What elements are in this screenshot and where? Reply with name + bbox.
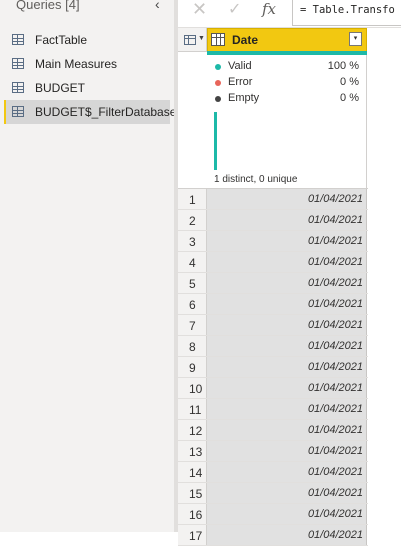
date-cell[interactable]: 01/04/2021 bbox=[207, 441, 367, 461]
table-row: 1 01/04/2021 bbox=[178, 189, 368, 210]
column-quality-panel: Valid 100 % Error 0 % Empty 0 % 1 distin… bbox=[207, 55, 367, 188]
formula-bar: ✕ ✓ fx = Table.Transfo bbox=[178, 0, 401, 28]
row-number[interactable]: 13 bbox=[178, 441, 207, 461]
date-cell[interactable]: 01/04/2021 bbox=[207, 336, 367, 356]
table-menu-button[interactable]: ▼ bbox=[178, 28, 207, 52]
column-name: Date bbox=[232, 33, 259, 47]
query-item-label: BUDGET$_FilterDatabase bbox=[35, 105, 177, 119]
table-row: 14 01/04/2021 bbox=[178, 462, 368, 483]
row-number[interactable]: 12 bbox=[178, 420, 207, 440]
table-row: 12 01/04/2021 bbox=[178, 420, 368, 441]
formula-input[interactable]: = Table.Transfo bbox=[292, 0, 401, 26]
quality-label: Valid bbox=[228, 60, 252, 72]
row-number[interactable]: 5 bbox=[178, 273, 207, 293]
data-rows: 1 01/04/2021 2 01/04/2021 3 01/04/2021 4 01/… bbox=[178, 189, 368, 546]
query-item-label: Main Measures bbox=[35, 57, 118, 71]
row-number[interactable]: 2 bbox=[178, 210, 207, 230]
table-row: 4 01/04/2021 bbox=[178, 252, 368, 273]
date-cell[interactable]: 01/04/2021 bbox=[207, 399, 367, 419]
table-row: 16 01/04/2021 bbox=[178, 504, 368, 525]
query-item-label: FactTable bbox=[35, 33, 88, 47]
quality-empty-row: Empty 0 % bbox=[215, 92, 359, 106]
row-number[interactable]: 8 bbox=[178, 336, 207, 356]
date-cell[interactable]: 01/04/2021 bbox=[207, 231, 367, 251]
row-number[interactable]: 17 bbox=[178, 525, 207, 545]
chevron-down-icon: ▼ bbox=[198, 35, 205, 42]
table-icon bbox=[12, 106, 24, 117]
empty-dot-icon bbox=[215, 96, 221, 102]
commit-icon[interactable]: ✓ bbox=[228, 0, 241, 19]
date-cell[interactable]: 01/04/2021 bbox=[207, 357, 367, 377]
quality-label: Empty bbox=[228, 92, 260, 104]
date-cell[interactable]: 01/04/2021 bbox=[207, 210, 367, 230]
table-row: 15 01/04/2021 bbox=[178, 483, 368, 504]
date-cell[interactable]: 01/04/2021 bbox=[207, 273, 367, 293]
table-row: 5 01/04/2021 bbox=[178, 273, 368, 294]
date-cell[interactable]: 01/04/2021 bbox=[207, 189, 367, 209]
date-cell[interactable]: 01/04/2021 bbox=[207, 504, 367, 524]
column-header-date[interactable]: Date ▾ bbox=[207, 28, 367, 52]
date-cell[interactable]: 01/04/2021 bbox=[207, 378, 367, 398]
table-row: 8 01/04/2021 bbox=[178, 336, 368, 357]
row-number[interactable]: 11 bbox=[178, 399, 207, 419]
quality-valid-row: Valid 100 % bbox=[215, 60, 359, 74]
row-number[interactable]: 16 bbox=[178, 504, 207, 524]
valid-dot-icon bbox=[215, 64, 221, 70]
table-icon bbox=[12, 34, 24, 45]
row-number[interactable]: 7 bbox=[178, 315, 207, 335]
error-dot-icon bbox=[215, 80, 221, 86]
calendar-icon[interactable] bbox=[211, 33, 225, 46]
query-item-facttable[interactable]: FactTable bbox=[4, 28, 170, 52]
table-row: 3 01/04/2021 bbox=[178, 231, 368, 252]
table-row: 7 01/04/2021 bbox=[178, 315, 368, 336]
quality-value: 100 % bbox=[327, 60, 359, 72]
table-icon bbox=[12, 58, 24, 69]
table-row: 13 01/04/2021 bbox=[178, 441, 368, 462]
row-number[interactable]: 3 bbox=[178, 231, 207, 251]
query-item-label: BUDGET bbox=[35, 81, 86, 95]
queries-header: Queries [4] bbox=[16, 0, 80, 12]
query-item-main-measures[interactable]: Main Measures bbox=[4, 52, 170, 76]
date-cell[interactable]: 01/04/2021 bbox=[207, 294, 367, 314]
row-number[interactable]: 6 bbox=[178, 294, 207, 314]
table-row: 17 01/04/2021 bbox=[178, 525, 368, 546]
date-cell[interactable]: 01/04/2021 bbox=[207, 462, 367, 482]
date-cell[interactable]: 01/04/2021 bbox=[207, 483, 367, 503]
row-number[interactable]: 9 bbox=[178, 357, 207, 377]
collapse-pane-icon[interactable]: ‹ bbox=[155, 0, 160, 12]
quality-label: Error bbox=[228, 76, 253, 88]
query-item-budget[interactable]: BUDGET bbox=[4, 76, 170, 100]
table-row: 10 01/04/2021 bbox=[178, 378, 368, 399]
column-filter-dropdown[interactable]: ▾ bbox=[349, 32, 362, 46]
row-number[interactable]: 15 bbox=[178, 483, 207, 503]
row-number[interactable]: 4 bbox=[178, 252, 207, 272]
quality-error-row: Error 0 % bbox=[215, 76, 359, 90]
distribution-bar[interactable] bbox=[214, 112, 217, 170]
table-row: 9 01/04/2021 bbox=[178, 357, 368, 378]
queries-pane: Queries [4] ‹ FactTable Main Measures BU… bbox=[0, 0, 176, 532]
table-icon bbox=[184, 35, 196, 45]
cancel-icon[interactable]: ✕ bbox=[192, 0, 207, 20]
quality-value: 0 % bbox=[340, 76, 359, 88]
row-number[interactable]: 10 bbox=[178, 378, 207, 398]
date-cell[interactable]: 01/04/2021 bbox=[207, 420, 367, 440]
quality-value: 0 % bbox=[340, 92, 359, 104]
table-row: 11 01/04/2021 bbox=[178, 399, 368, 420]
distribution-summary: 1 distinct, 0 unique bbox=[214, 174, 298, 185]
row-number[interactable]: 1 bbox=[178, 189, 207, 209]
date-cell[interactable]: 01/04/2021 bbox=[207, 315, 367, 335]
empty-grid-area bbox=[368, 28, 401, 532]
table-row: 2 01/04/2021 bbox=[178, 210, 368, 231]
table-icon bbox=[12, 82, 24, 93]
query-item-budget-filterdatabase[interactable]: BUDGET$_FilterDatabase bbox=[4, 100, 176, 124]
date-cell[interactable]: 01/04/2021 bbox=[207, 252, 367, 272]
fx-icon[interactable]: fx bbox=[262, 0, 276, 18]
date-cell[interactable]: 01/04/2021 bbox=[207, 525, 367, 545]
row-number[interactable]: 14 bbox=[178, 462, 207, 482]
table-row: 6 01/04/2021 bbox=[178, 294, 368, 315]
